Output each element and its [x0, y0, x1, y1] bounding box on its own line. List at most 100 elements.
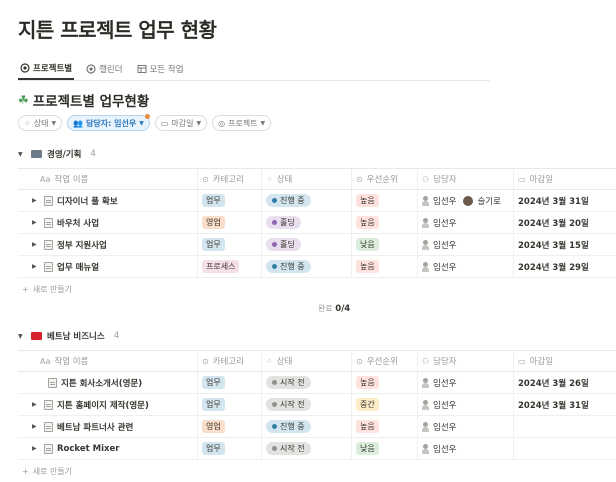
filter-due[interactable]: ▭ 마감일 ▼: [154, 115, 208, 131]
col-name[interactable]: Aa 작업 이름: [18, 169, 198, 189]
table-row[interactable]: ▶ 정부 지원사업 업무 홀딩 낮음 임선우 2024년 3월 15일: [18, 234, 616, 256]
cell-due[interactable]: 2024년 3월 31일: [514, 394, 616, 415]
col-status[interactable]: ⁘ 상태: [262, 169, 352, 189]
table-row[interactable]: ▶ 바우처 사업 영업 홀딩 높음 임선우 2024년 3월 20일: [18, 212, 616, 234]
col-category[interactable]: ⊙ 카테고리: [198, 351, 262, 371]
cell-owner[interactable]: 임선우: [418, 416, 514, 437]
spinner-icon: ⁘: [266, 356, 273, 366]
cell-name[interactable]: ▶ 정부 지원사업: [18, 234, 198, 255]
table-row[interactable]: 지튼 회사소개서(영문) 업무 시작 전 높음 임선우 2024년 3월 26일: [18, 372, 616, 394]
cell-name[interactable]: ▶ 바우처 사업: [18, 212, 198, 233]
cell-status[interactable]: 시작 전: [262, 394, 352, 415]
cell-owner[interactable]: 임선우: [418, 234, 514, 255]
table-row[interactable]: ▶ 디자이너 풀 확보 업무 진행 중 높음 임선우 슬기로 2024년 3월 31일: [18, 190, 616, 212]
cell-category[interactable]: 업무: [198, 438, 262, 459]
cell-name[interactable]: ▶ Rocket Mixer: [18, 438, 198, 459]
cell-name[interactable]: ▶ 베트남 파트너사 관련: [18, 416, 198, 437]
collapse-triangle-icon[interactable]: ▼: [18, 333, 26, 340]
cell-status[interactable]: 진행 중: [262, 416, 352, 437]
cell-name[interactable]: ▶ 업무 매뉴얼: [18, 256, 198, 277]
cell-category[interactable]: 프로세스: [198, 256, 262, 277]
cell-due[interactable]: 2024년 3월 29일: [514, 256, 616, 277]
expand-triangle-icon[interactable]: ▶: [32, 197, 40, 204]
col-name[interactable]: Aa 작업 이름: [18, 351, 198, 371]
cell-status[interactable]: 홀딩: [262, 212, 352, 233]
tab-all-tasks[interactable]: 모든 작업: [135, 58, 186, 80]
cell-due[interactable]: [514, 416, 616, 437]
group-header[interactable]: ▼ 경영/기획 4: [18, 144, 616, 164]
new-row-button[interactable]: + 새로 만들기: [18, 460, 616, 482]
cell-priority[interactable]: 중간: [352, 394, 418, 415]
priority-tag: 중간: [356, 398, 379, 411]
cell-due[interactable]: 2024년 3월 20일: [514, 212, 616, 233]
col-label: 작업 이름: [54, 357, 89, 367]
filter-status[interactable]: ⁘ 상태 ▼: [18, 115, 63, 131]
table-row[interactable]: ▶ 업무 매뉴얼 프로세스 진행 중 높음 임선우 2024년 3월 29일: [18, 256, 616, 278]
cell-owner[interactable]: 임선우: [418, 394, 514, 415]
task-name: Rocket Mixer: [57, 443, 120, 454]
cell-priority[interactable]: 높음: [352, 190, 418, 211]
database-title[interactable]: ☘ 프로젝트별 업무현황: [18, 90, 149, 110]
cell-status[interactable]: 진행 중: [262, 190, 352, 211]
filter-label: 담당자: 임선우: [86, 118, 137, 128]
cell-priority[interactable]: 높음: [352, 212, 418, 233]
cell-due[interactable]: 2024년 3월 31일: [514, 190, 616, 211]
cell-owner[interactable]: 임선우 슬기로: [418, 190, 514, 211]
cell-status[interactable]: 시작 전: [262, 372, 352, 393]
col-priority[interactable]: ⊙ 우선순위: [352, 351, 418, 371]
plus-icon: +: [22, 466, 29, 476]
cell-priority[interactable]: 낮음: [352, 234, 418, 255]
cell-priority[interactable]: 높음: [352, 256, 418, 277]
cell-name[interactable]: ▶ 디자이너 풀 확보: [18, 190, 198, 211]
cell-due[interactable]: 2024년 3월 15일: [514, 234, 616, 255]
cell-status[interactable]: 진행 중: [262, 256, 352, 277]
cell-category[interactable]: 업무: [198, 372, 262, 393]
cell-owner[interactable]: 임선우: [418, 372, 514, 393]
group-header[interactable]: ▼ 베트남 비즈니스 4: [18, 326, 616, 346]
table-row[interactable]: ▶ 베트남 파트너사 관련 영업 진행 중 높음 임선우: [18, 416, 616, 438]
col-due[interactable]: ▭ 마감일: [514, 169, 616, 189]
cell-name[interactable]: 지튼 회사소개서(영문): [18, 372, 198, 393]
expand-triangle-icon[interactable]: ▶: [32, 241, 40, 248]
cell-due[interactable]: [514, 438, 616, 459]
cell-category[interactable]: 영업: [198, 416, 262, 437]
col-due[interactable]: ▭ 마감일: [514, 351, 616, 371]
target-icon: [86, 64, 96, 74]
cell-name[interactable]: ▶ 지튼 홈페이지 제작(영문): [18, 394, 198, 415]
cell-due[interactable]: 2024년 3월 26일: [514, 372, 616, 393]
table-row[interactable]: ▶ 지튼 홈페이지 제작(영문) 업무 시작 전 중간 임선우 2024년 3월 31일: [18, 394, 616, 416]
filter-owner[interactable]: 👥 담당자: 임선우 ▼: [67, 114, 150, 131]
expand-triangle-icon[interactable]: ▶: [32, 219, 40, 226]
cell-priority[interactable]: 낮음: [352, 438, 418, 459]
expand-triangle-icon[interactable]: ▶: [32, 445, 40, 452]
cell-owner[interactable]: 임선우: [418, 212, 514, 233]
cell-category[interactable]: 영업: [198, 212, 262, 233]
col-priority[interactable]: ⊙ 우선순위: [352, 169, 418, 189]
col-label: 우선순위: [366, 175, 398, 185]
calculation-summary[interactable]: 완료 0/4: [318, 303, 350, 314]
expand-triangle-icon[interactable]: ▶: [32, 423, 40, 430]
tab-by-project[interactable]: 프로젝트별: [18, 58, 75, 80]
expand-triangle-icon[interactable]: ▶: [32, 401, 40, 408]
cell-priority[interactable]: 높음: [352, 416, 418, 437]
expand-triangle-icon[interactable]: ▶: [32, 263, 40, 270]
cell-owner[interactable]: 임선우: [418, 438, 514, 459]
col-owner[interactable]: ⚇ 담당자: [418, 169, 514, 189]
col-owner[interactable]: ⚇ 담당자: [418, 351, 514, 371]
cell-category[interactable]: 업무: [198, 394, 262, 415]
cell-priority[interactable]: 높음: [352, 372, 418, 393]
target-icon: [20, 63, 30, 73]
collapse-triangle-icon[interactable]: ▼: [18, 151, 26, 158]
filter-project[interactable]: ◎ 프로젝트 ▼: [212, 115, 272, 131]
cell-category[interactable]: 업무: [198, 190, 262, 211]
table-row[interactable]: ▶ Rocket Mixer 업무 시작 전 낮음 임선우: [18, 438, 616, 460]
tab-calendar[interactable]: 캘린더: [84, 58, 124, 80]
cell-status[interactable]: 홀딩: [262, 234, 352, 255]
cell-category[interactable]: 업무: [198, 234, 262, 255]
cell-owner[interactable]: 임선우: [418, 256, 514, 277]
group-icon: [31, 150, 42, 158]
cell-status[interactable]: 시작 전: [262, 438, 352, 459]
new-row-button[interactable]: + 새로 만들기: [18, 278, 616, 300]
col-category[interactable]: ⊙ 카테고리: [198, 169, 262, 189]
col-status[interactable]: ⁘ 상태: [262, 351, 352, 371]
